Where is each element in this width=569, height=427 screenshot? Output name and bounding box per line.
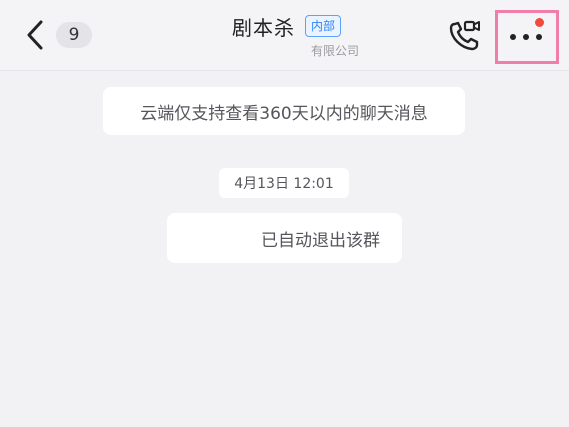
video-call-icon (449, 20, 480, 51)
more-dots-icon (510, 34, 542, 40)
chat-title: 剧本杀 (232, 16, 295, 40)
unread-count-badge[interactable]: 9 (56, 22, 92, 48)
organization-name: 有限公司 (311, 44, 360, 58)
more-options-button[interactable] (495, 10, 559, 64)
video-call-button[interactable] (447, 18, 483, 54)
internal-tag: 内部 (305, 15, 342, 37)
cloud-history-notice: 云端仅支持查看360天以内的聊天消息 (103, 87, 465, 135)
dot (510, 34, 516, 40)
notification-dot (535, 18, 544, 27)
back-button[interactable] (20, 16, 50, 54)
dot (536, 34, 542, 40)
dot (523, 34, 529, 40)
system-message: 已自动退出该群 (167, 213, 402, 263)
message-timestamp: 4月13日 12:01 (219, 168, 349, 198)
chevron-left-icon (27, 20, 43, 50)
chat-header: 9 剧本杀 内部 有限公司 (0, 0, 569, 71)
